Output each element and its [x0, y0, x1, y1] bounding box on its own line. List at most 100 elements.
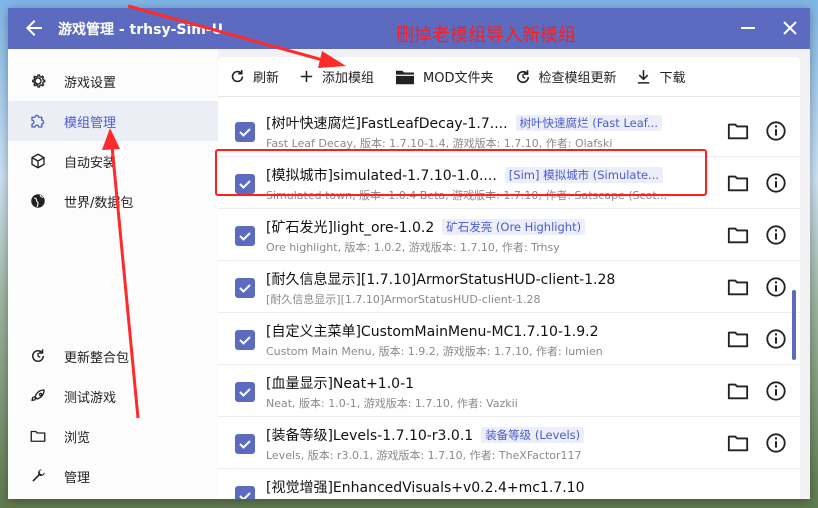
- mod-name: [模拟城市]simulated-1.7.10-1.0....: [266, 168, 497, 184]
- folder-icon: [727, 383, 749, 400]
- title-bar: 游戏管理 - trhsy-Sim-U 删掉老模组导入新模组: [8, 8, 810, 49]
- mod-info-button[interactable]: [765, 172, 787, 194]
- mod-name-line: [自定义主菜单]CustomMainMenu-MC1.7.10-1.9.2: [266, 321, 599, 341]
- sidebar: 游戏设置 模组管理 自动安装 世界/数据包 更新整合包 测试游戏 浏览 管理: [8, 49, 218, 499]
- mod-info-button[interactable]: [765, 432, 787, 454]
- close-icon: [783, 21, 797, 35]
- open-folder-button[interactable]: [727, 433, 749, 453]
- close-button[interactable]: [778, 16, 802, 40]
- mod-name: [树叶快速腐烂]FastLeafDecay-1.7....: [266, 116, 508, 132]
- arrow-left-icon: [26, 20, 42, 36]
- puzzle-icon: [28, 111, 48, 131]
- folder-icon: [727, 435, 749, 452]
- mod-name-line: [矿石发光]light_ore-1.0.2 矿石发亮 (Ore Highlight…: [266, 217, 586, 237]
- download-icon: [635, 68, 653, 86]
- sidebar-item-mod-management[interactable]: 模组管理: [8, 101, 218, 141]
- add-mod-button[interactable]: 添加模组: [297, 57, 374, 97]
- rocket-icon: [28, 386, 48, 406]
- mod-row[interactable]: [树叶快速腐烂]FastLeafDecay-1.7.... 树叶快速腐烂 (Fas…: [218, 105, 800, 157]
- enabled-checkbox[interactable]: [235, 226, 255, 246]
- check-icon: [239, 180, 251, 189]
- mod-info-button[interactable]: [765, 328, 787, 350]
- mod-description: Custom Main Menu, 版本: 1.9.2, 游戏版本: 1.7.1…: [266, 345, 603, 358]
- open-folder-button[interactable]: [727, 225, 749, 245]
- info-icon: [766, 121, 786, 141]
- check-icon: [239, 492, 251, 499]
- check-updates-button[interactable]: 检查模组更新: [514, 57, 617, 97]
- sidebar-item-game-settings[interactable]: 游戏设置: [8, 61, 218, 101]
- mod-row[interactable]: [耐久信息显示][1.7.10]ArmorStatusHUD-client-1.…: [218, 261, 800, 313]
- sidebar-item-manage[interactable]: 管理: [8, 456, 218, 496]
- annotation-text: 删掉老模组导入新模组: [396, 25, 576, 46]
- open-folder-button[interactable]: [727, 121, 749, 141]
- sidebar-item-update-modpack[interactable]: 更新整合包: [8, 336, 218, 376]
- mod-folder-button[interactable]: MOD文件夹: [394, 57, 494, 97]
- enabled-checkbox[interactable]: [235, 330, 255, 350]
- check-icon: [239, 284, 251, 293]
- globe-icon: [28, 191, 48, 211]
- cube-icon: [28, 151, 48, 171]
- mod-description: Levels, 版本: r3.0.1, 游戏版本: 1.7.10, 作者: Th…: [266, 449, 582, 462]
- sidebar-item-browse[interactable]: 浏览: [8, 416, 218, 456]
- sidebar-item-worlds-datapacks[interactable]: 世界/数据包: [8, 181, 218, 221]
- update-icon: [28, 346, 48, 366]
- enabled-checkbox[interactable]: [235, 382, 255, 402]
- open-folder-button[interactable]: [727, 277, 749, 297]
- enabled-checkbox[interactable]: [235, 122, 255, 142]
- download-button[interactable]: 下载: [635, 57, 686, 97]
- refresh-button[interactable]: 刷新: [228, 57, 279, 97]
- refresh-icon: [228, 68, 246, 86]
- mod-row[interactable]: [视觉增强]EnhancedVisuals+v0.2.4+mc1.7.10: [218, 469, 800, 499]
- open-folder-button[interactable]: [727, 381, 749, 401]
- game-manager-window: 游戏管理 - trhsy-Sim-U 删掉老模组导入新模组 游戏设置 模组管理: [8, 8, 810, 499]
- info-icon: [766, 225, 786, 245]
- info-icon: [766, 433, 786, 453]
- sidebar-item-label: 自动安装: [64, 155, 117, 171]
- check-icon: [239, 388, 251, 397]
- gear-icon: [28, 71, 48, 91]
- folder-icon: [727, 123, 749, 140]
- mod-row[interactable]: [装备等级]Levels-1.7.10-r3.0.1 装备等级 (Levels) …: [218, 417, 800, 469]
- sidebar-item-test-game[interactable]: 测试游戏: [8, 376, 218, 416]
- mod-name: [矿石发光]light_ore-1.0.2: [266, 220, 435, 236]
- sidebar-item-label: 更新整合包: [64, 350, 130, 366]
- sidebar-item-auto-install[interactable]: 自动安装: [8, 141, 218, 181]
- mod-row[interactable]: [矿石发光]light_ore-1.0.2 矿石发亮 (Ore Highlight…: [218, 209, 800, 261]
- mod-name-line: [视觉增强]EnhancedVisuals+v0.2.4+mc1.7.10: [266, 477, 585, 497]
- minimize-button[interactable]: [736, 16, 760, 40]
- mod-info-button[interactable]: [765, 120, 787, 142]
- enabled-checkbox[interactable]: [235, 174, 255, 194]
- folder-icon: [28, 426, 48, 446]
- plus-icon: [297, 68, 315, 86]
- sidebar-item-label: 模组管理: [64, 115, 117, 131]
- mod-name: [装备等级]Levels-1.7.10-r3.0.1: [266, 428, 474, 444]
- mod-info-button[interactable]: [765, 380, 787, 402]
- mod-description: Simulated town, 版本: 1.0.4 Beta, 游戏版本: 1.…: [266, 189, 668, 202]
- mod-row[interactable]: [血量显示]Neat+1.0-1 Neat, 版本: 1.0-1, 游戏版本: …: [218, 365, 800, 417]
- download-label: 下载: [659, 71, 686, 86]
- mod-name: [耐久信息显示][1.7.10]ArmorStatusHUD-client-1.…: [266, 272, 616, 288]
- scrollbar-thumb[interactable]: [792, 290, 796, 360]
- check-icon: [239, 128, 251, 137]
- mod-row[interactable]: [自定义主菜单]CustomMainMenu-MC1.7.10-1.9.2 Cu…: [218, 313, 800, 365]
- mod-folder-label: MOD文件夹: [423, 71, 494, 86]
- info-icon: [766, 381, 786, 401]
- check-icon: [239, 440, 251, 449]
- mod-name: [视觉增强]EnhancedVisuals+v0.2.4+mc1.7.10: [266, 480, 585, 496]
- mod-info-button[interactable]: [765, 224, 787, 246]
- enabled-checkbox[interactable]: [235, 434, 255, 454]
- open-folder-button[interactable]: [727, 173, 749, 193]
- mod-name-line: [装备等级]Levels-1.7.10-r3.0.1 装备等级 (Levels): [266, 425, 585, 445]
- window-title: 游戏管理 - trhsy-Sim-U: [58, 22, 224, 38]
- open-folder-button[interactable]: [727, 329, 749, 349]
- mod-tag: 装备等级 (Levels): [481, 427, 585, 443]
- folder-icon: [727, 227, 749, 244]
- check-icon: [239, 336, 251, 345]
- enabled-checkbox[interactable]: [235, 278, 255, 298]
- back-button[interactable]: [22, 16, 46, 40]
- enabled-checkbox[interactable]: [235, 486, 255, 499]
- mod-name: [自定义主菜单]CustomMainMenu-MC1.7.10-1.9.2: [266, 324, 599, 340]
- mod-row[interactable]: [模拟城市]simulated-1.7.10-1.0.... [Sim] 模拟城市…: [218, 157, 800, 209]
- update-icon: [514, 68, 532, 86]
- mod-info-button[interactable]: [765, 276, 787, 298]
